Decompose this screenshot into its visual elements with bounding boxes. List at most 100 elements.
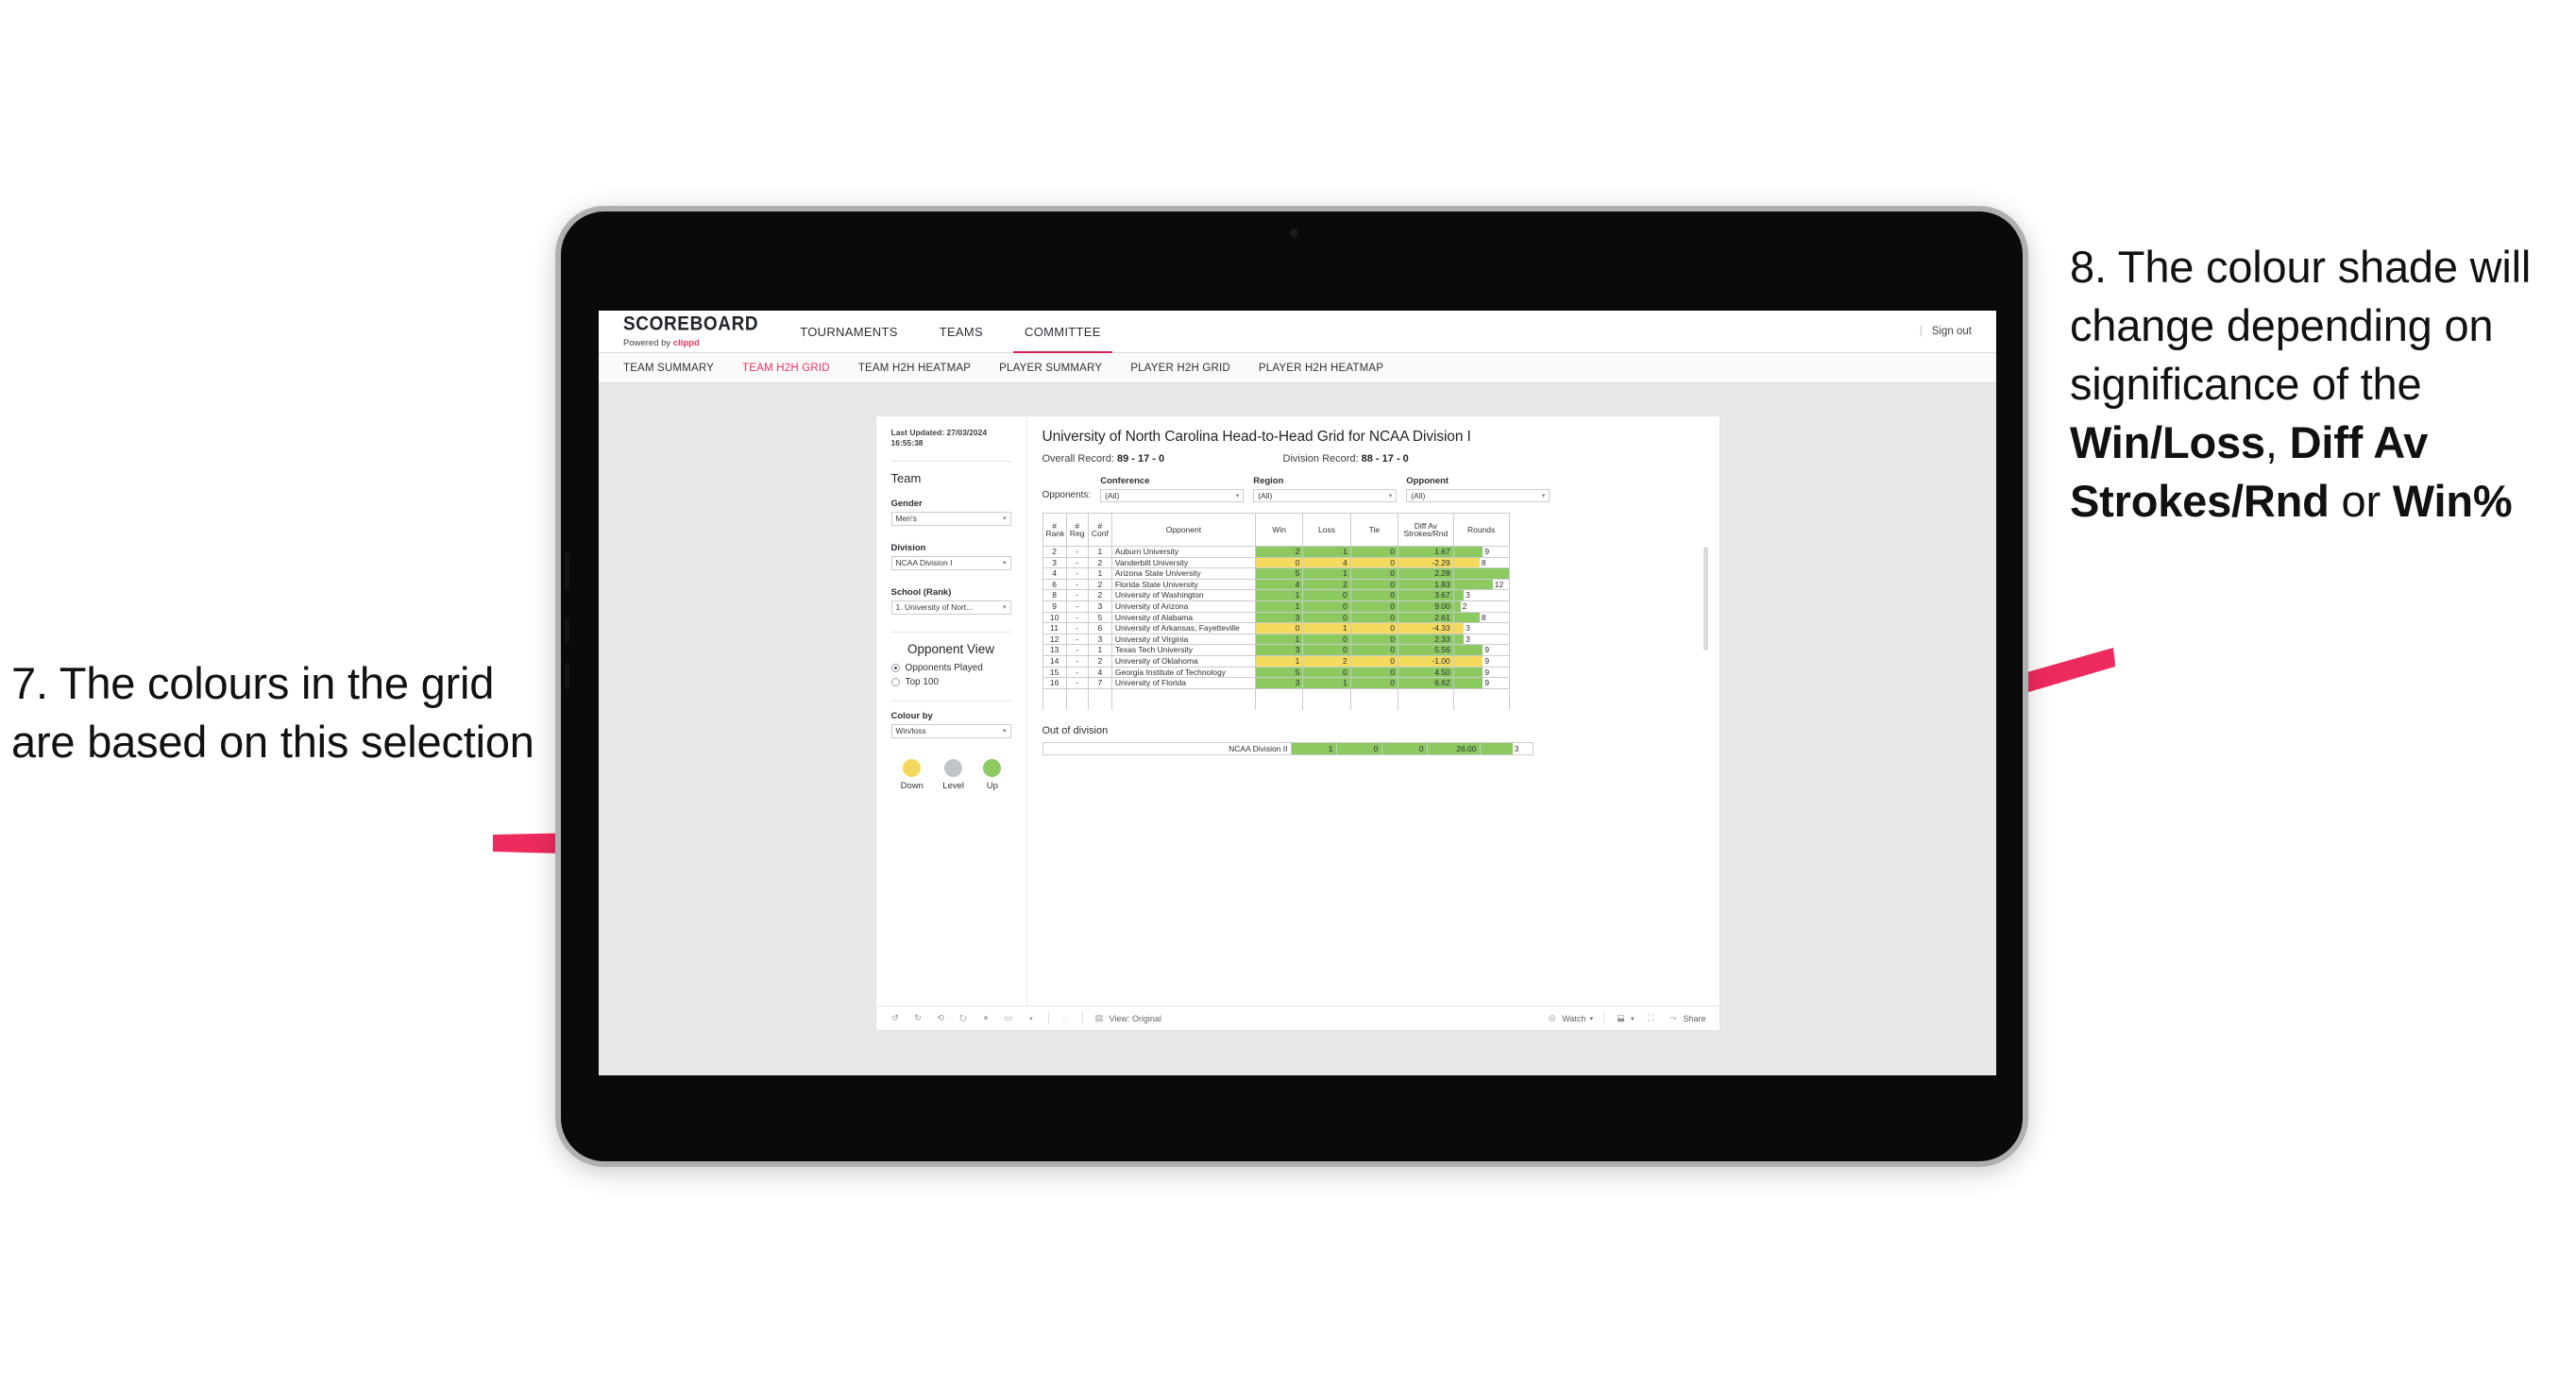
filter-region-value: (All): [1258, 491, 1273, 500]
spacer-cell: [1349, 688, 1399, 700]
nav-teams[interactable]: TEAMS: [919, 311, 1004, 352]
filter-opponent: Opponent (All) ▾: [1406, 476, 1551, 502]
vertical-scrollbar[interactable]: [1703, 547, 1708, 651]
filter-conference: Conference (All) ▾: [1100, 476, 1245, 502]
caret-down-icon[interactable]: ▾: [1025, 1012, 1038, 1024]
filter-conference-value: (All): [1105, 491, 1120, 500]
filter-opponent-select[interactable]: (All) ▾: [1406, 489, 1551, 502]
nav-tournaments[interactable]: TOURNAMENTS: [779, 311, 918, 352]
filter-conference-label: Conference: [1100, 476, 1150, 486]
watch-button[interactable]: ◎ Watch ▾: [1546, 1012, 1593, 1024]
table-row[interactable]: 10-5 University of Alabama 3 0 0 2.61 8: [1042, 611, 1510, 624]
table-row[interactable]: 4-1Arizona State University5102.2817: [1042, 567, 1510, 580]
gender-value: Men's: [895, 514, 917, 524]
cell-conf: 2: [1087, 556, 1112, 569]
cell-win: 4: [1254, 578, 1304, 591]
cell-rounds: 9: [1452, 546, 1510, 558]
gender-select[interactable]: Men's ▾: [890, 511, 1011, 526]
spacer-cell: [1398, 699, 1454, 711]
cell-opponent: University of Arkansas, Fayetteville: [1110, 622, 1256, 634]
revert-icon[interactable]: ⟲: [935, 1012, 947, 1024]
ood-rounds-value: 3: [1514, 744, 1519, 754]
legend-dot-level: [944, 758, 963, 777]
cell-win: 3: [1254, 677, 1304, 689]
cell-rounds: 8: [1452, 611, 1510, 624]
colour-by-select[interactable]: Win/loss ▾: [890, 723, 1011, 738]
school-select[interactable]: 1. University of Nort... ▾: [890, 600, 1011, 615]
nav-committee[interactable]: COMMITTEE: [1004, 311, 1122, 353]
subnav-player-h2h-heatmap[interactable]: PLAYER H2H HEATMAP: [1259, 363, 1383, 374]
toolbar-divider-2: [1081, 1012, 1083, 1024]
table-row[interactable]: 16-7 University of Florida 3 1 0 6.62 9: [1042, 677, 1510, 689]
chevron-down-icon: ▾: [1630, 1015, 1635, 1023]
sign-out-link[interactable]: Sign out: [1932, 326, 1972, 337]
share-button[interactable]: ⤳ Share: [1667, 1012, 1705, 1024]
filter-conference-select[interactable]: (All) ▾: [1100, 489, 1245, 502]
front-camera-icon: [1290, 228, 1298, 237]
highlight-icon[interactable]: ▭: [1003, 1012, 1015, 1024]
cell-opponent: Georgia Institute of Technology: [1110, 666, 1256, 679]
table-row[interactable]: 15-4 Georgia Institute of Technology 5 0 0 4.…: [1042, 666, 1510, 679]
chevron-down-icon: ▾: [1235, 493, 1240, 499]
table-row[interactable]: 13-1 Texas Tech University 3 0 0 5.56 9: [1042, 644, 1510, 656]
radio-icon-selected: [890, 663, 900, 672]
refresh-icon[interactable]: ⭮: [958, 1012, 970, 1024]
undo-icon[interactable]: ↺: [890, 1012, 902, 1024]
th-tie: Tie: [1349, 513, 1399, 547]
subnav-team-summary[interactable]: TEAM SUMMARY: [623, 363, 714, 374]
table-row[interactable]: 8-2 University of Washington 1 0 0 3.67 3: [1042, 589, 1510, 601]
rounds-bar-fill: [1454, 568, 1509, 579]
table-row[interactable]: 14-2 University of Oklahoma 1 2 0 -1.00 9: [1042, 654, 1510, 668]
table-row[interactable]: 12-3 University of Virginia 1 0 0 2.33 3: [1042, 633, 1510, 646]
cell-tie: 0: [1349, 556, 1399, 569]
spacer-cell: [1042, 688, 1067, 700]
cell-opponent: University of Arizona: [1110, 600, 1256, 613]
table-row[interactable]: 11-6 University of Arkansas, Fayetteville…: [1042, 622, 1510, 634]
nav-separator: |: [1919, 326, 1923, 337]
rounds-bar-fill: [1454, 656, 1483, 667]
out-of-division-table: NCAA Division II 1 0 0 26.00 3: [1042, 742, 1534, 756]
cell-rank: 4: [1042, 567, 1067, 580]
legend-label-up: Up: [986, 780, 998, 791]
chevron-down-icon: ▾: [1002, 516, 1007, 523]
h2h-grid-header: # Rank # Reg # Conf Opponent Win Loss Ti…: [1042, 513, 1510, 547]
th-conf: # Conf: [1087, 513, 1112, 547]
filter-region-select[interactable]: (All) ▾: [1253, 489, 1398, 502]
share-icon: ⤳: [1669, 1013, 1677, 1023]
cell-win: 1: [1254, 600, 1304, 613]
view-original-button[interactable]: ▤ View: Original: [1093, 1012, 1161, 1024]
table-row[interactable]: 2-1 Auburn University 2 1 0 1.67 9: [1042, 546, 1510, 558]
subnav-player-h2h-grid[interactable]: PLAYER H2H GRID: [1130, 363, 1230, 374]
cell-loss: 4: [1302, 556, 1351, 569]
h2h-grid-wrap: # Rank # Reg # Conf Opponent Win Loss Ti…: [1042, 513, 1708, 711]
table-row[interactable]: 3-2 Vanderbilt University 0 4 0 -2.29 8: [1042, 556, 1510, 569]
fullscreen-icon[interactable]: ⛶: [1644, 1012, 1656, 1024]
download-button[interactable]: ⬓ ▾: [1615, 1012, 1635, 1024]
division-select[interactable]: NCAA Division I ▾: [890, 555, 1011, 570]
subnav-team-h2h-heatmap[interactable]: TEAM H2H HEATMAP: [858, 363, 971, 374]
subnav-team-h2h-grid[interactable]: TEAM H2H GRID: [742, 363, 830, 374]
annotation-left: 7. The colours in the grid are based on …: [11, 658, 534, 768]
cell-rounds: 9: [1452, 666, 1510, 679]
info-icon[interactable]: ◌: [1059, 1012, 1072, 1024]
table-row[interactable]: 9-3 University of Arizona 1 0 0 9.00 2: [1042, 600, 1510, 613]
cell-rounds: 9: [1452, 677, 1510, 689]
cell-conf: 1: [1087, 567, 1112, 580]
redo-icon[interactable]: ↻: [912, 1012, 924, 1024]
table-row[interactable]: 6-2 Florida State University 4 2 0 1.83 12: [1042, 578, 1510, 591]
cell-opponent: Florida State University: [1110, 578, 1256, 591]
cell-rank: 6: [1042, 578, 1067, 591]
cell-rounds: 17: [1452, 567, 1510, 580]
cell-rank: 11: [1042, 622, 1067, 634]
cell-tie: 0: [1349, 611, 1399, 624]
radio-opponents-played[interactable]: Opponents Played: [890, 663, 1011, 673]
cell-conf: 2: [1087, 578, 1112, 591]
radio-top-100[interactable]: Top 100: [890, 677, 1011, 687]
pause-icon[interactable]: ⏸: [980, 1012, 992, 1024]
rounds-value: 3: [1466, 634, 1470, 644]
viz-bottom-toolbar: ↺ ↻ ⟲ ⭮ ⏸ ▭ ▾ ◌ ▤ View: Original ◎ Watch…: [875, 1006, 1720, 1030]
overall-record: Overall Record: 89 - 17 - 0: [1042, 453, 1283, 465]
annotation-right-bold3: Win%: [2392, 476, 2513, 527]
out-of-division-row[interactable]: NCAA Division II 1 0 0 26.00 3: [1042, 742, 1534, 756]
subnav-player-summary[interactable]: PLAYER SUMMARY: [999, 363, 1102, 374]
